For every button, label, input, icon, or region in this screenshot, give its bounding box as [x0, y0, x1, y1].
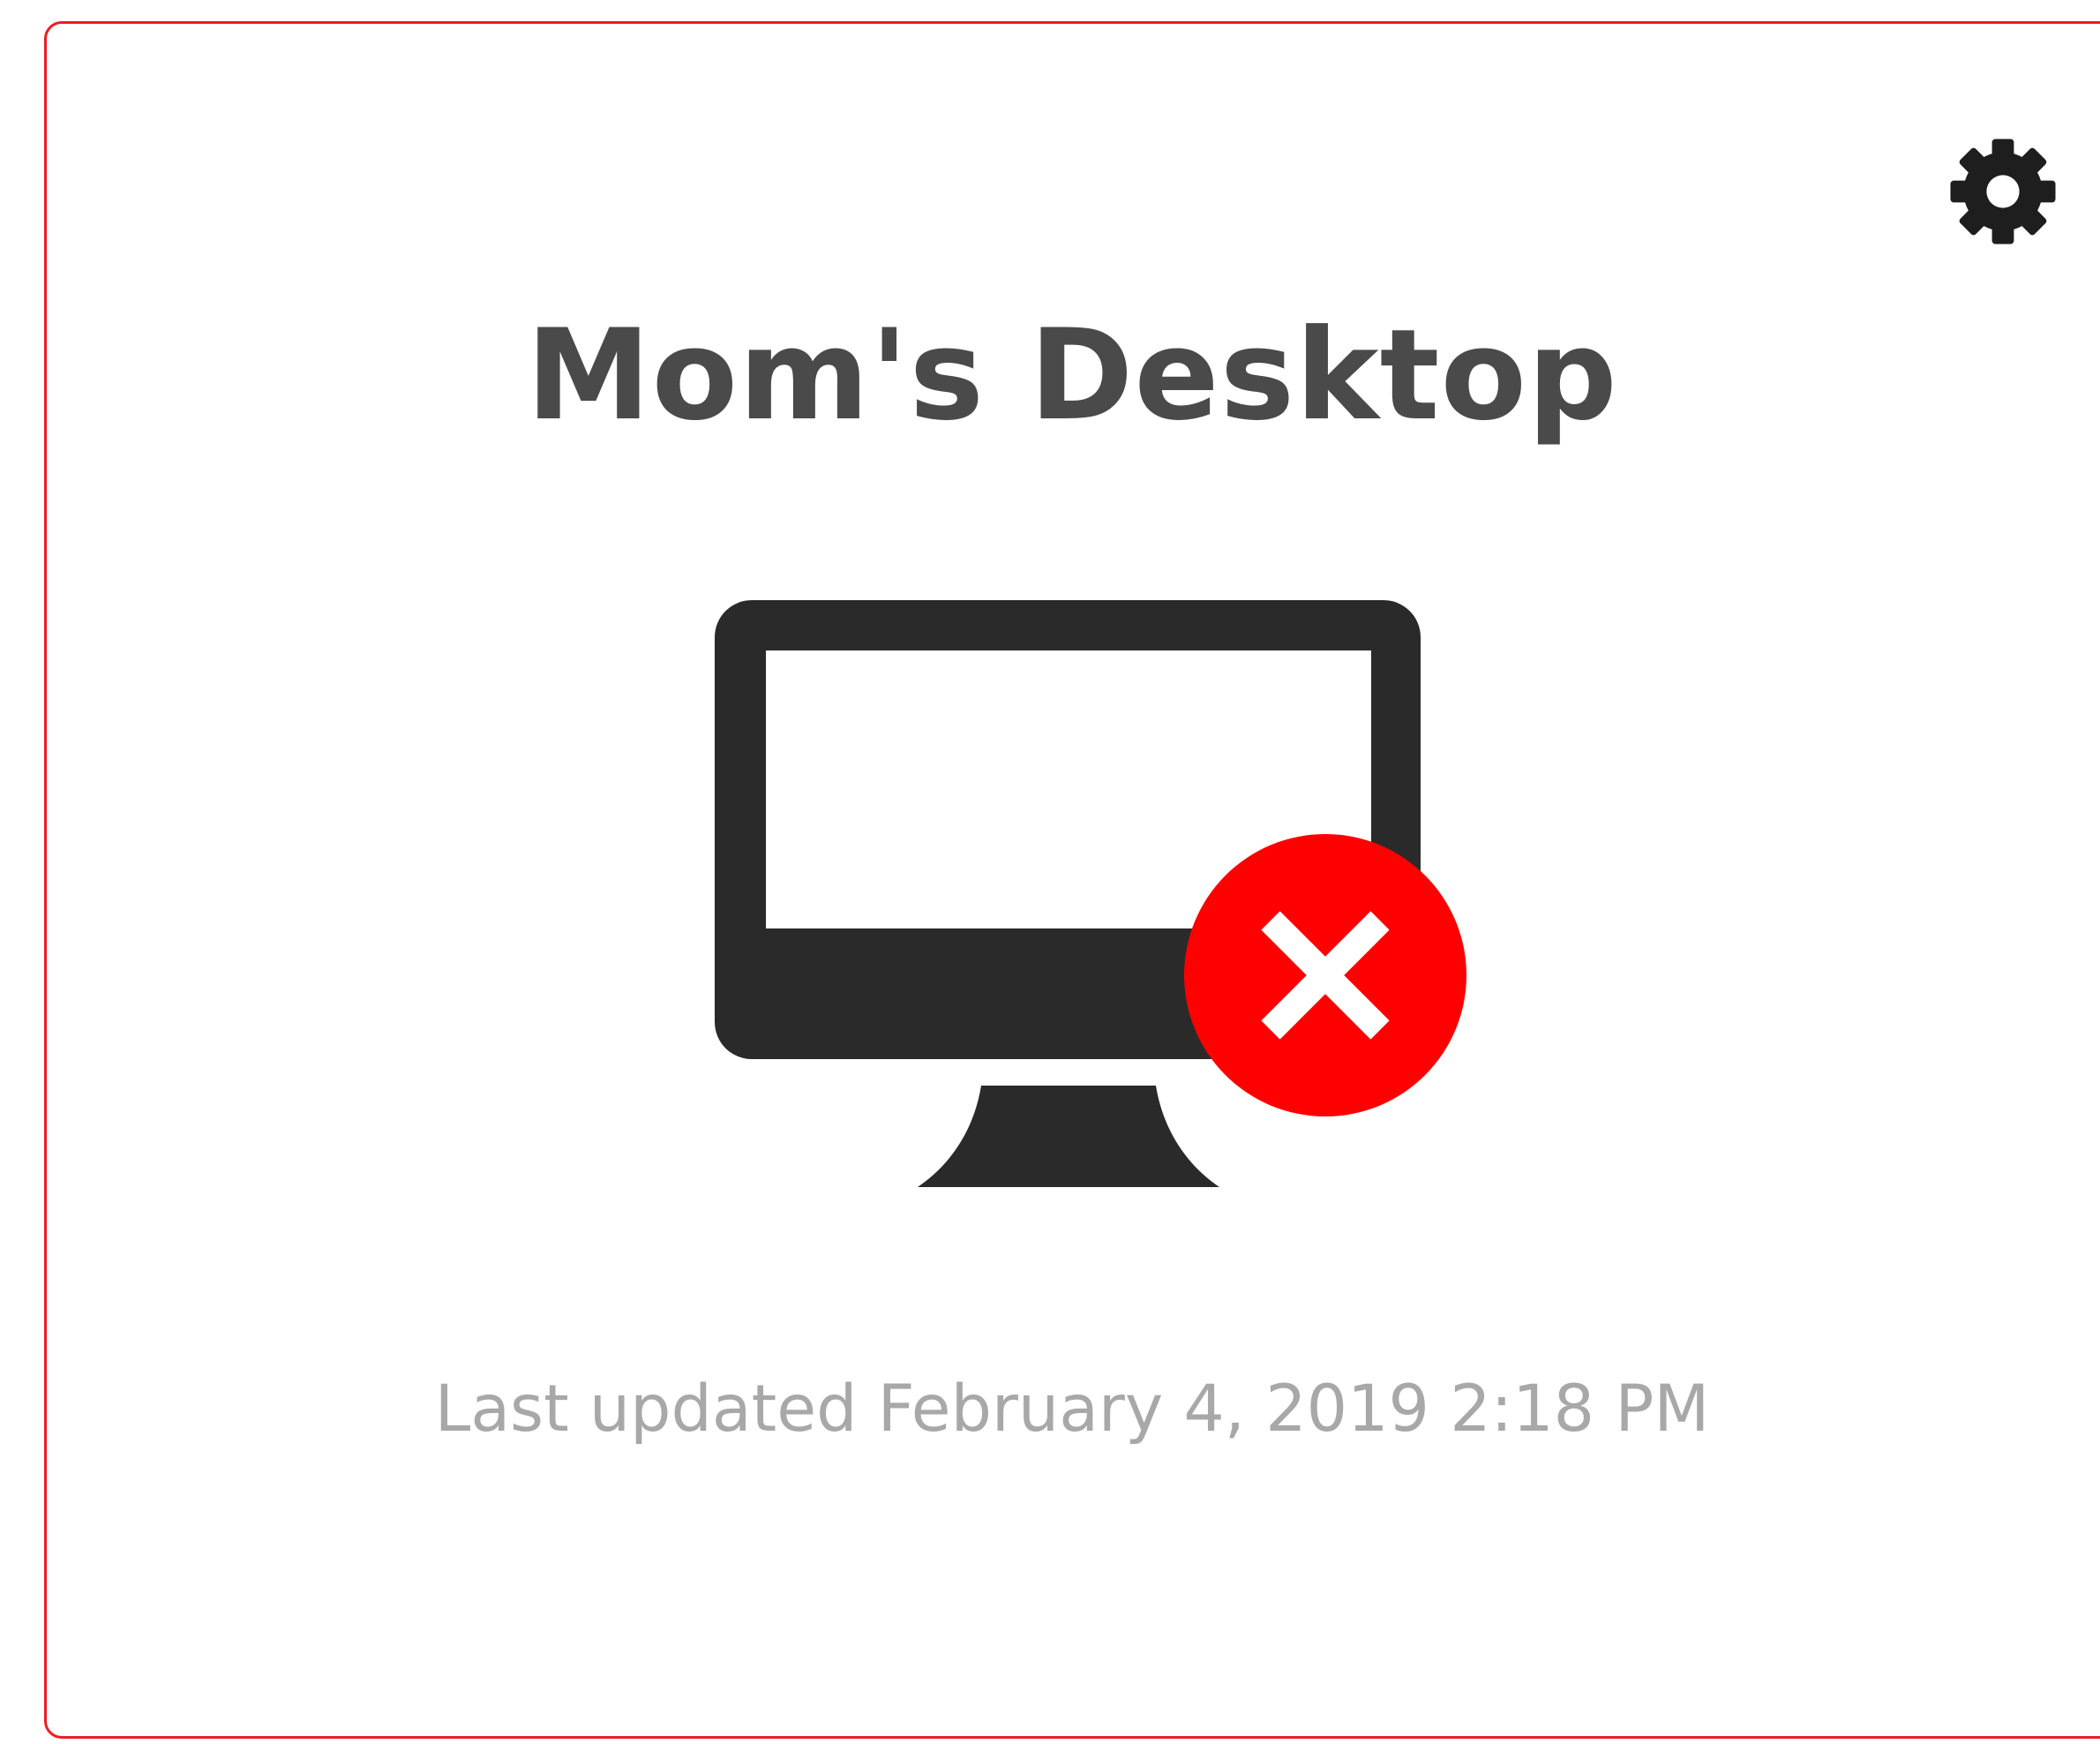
settings-gear-icon[interactable] — [1948, 137, 2058, 246]
device-status-graphic — [715, 600, 1474, 1200]
gear-icon — [1950, 139, 2056, 244]
desktop-monitor-icon — [715, 600, 1466, 1187]
error-x-icon — [1184, 834, 1466, 1116]
last-updated-text: Last updated February 4, 2019 2:18 PM — [434, 1372, 1710, 1447]
device-name-title: Mom's Desktop — [526, 303, 1618, 448]
